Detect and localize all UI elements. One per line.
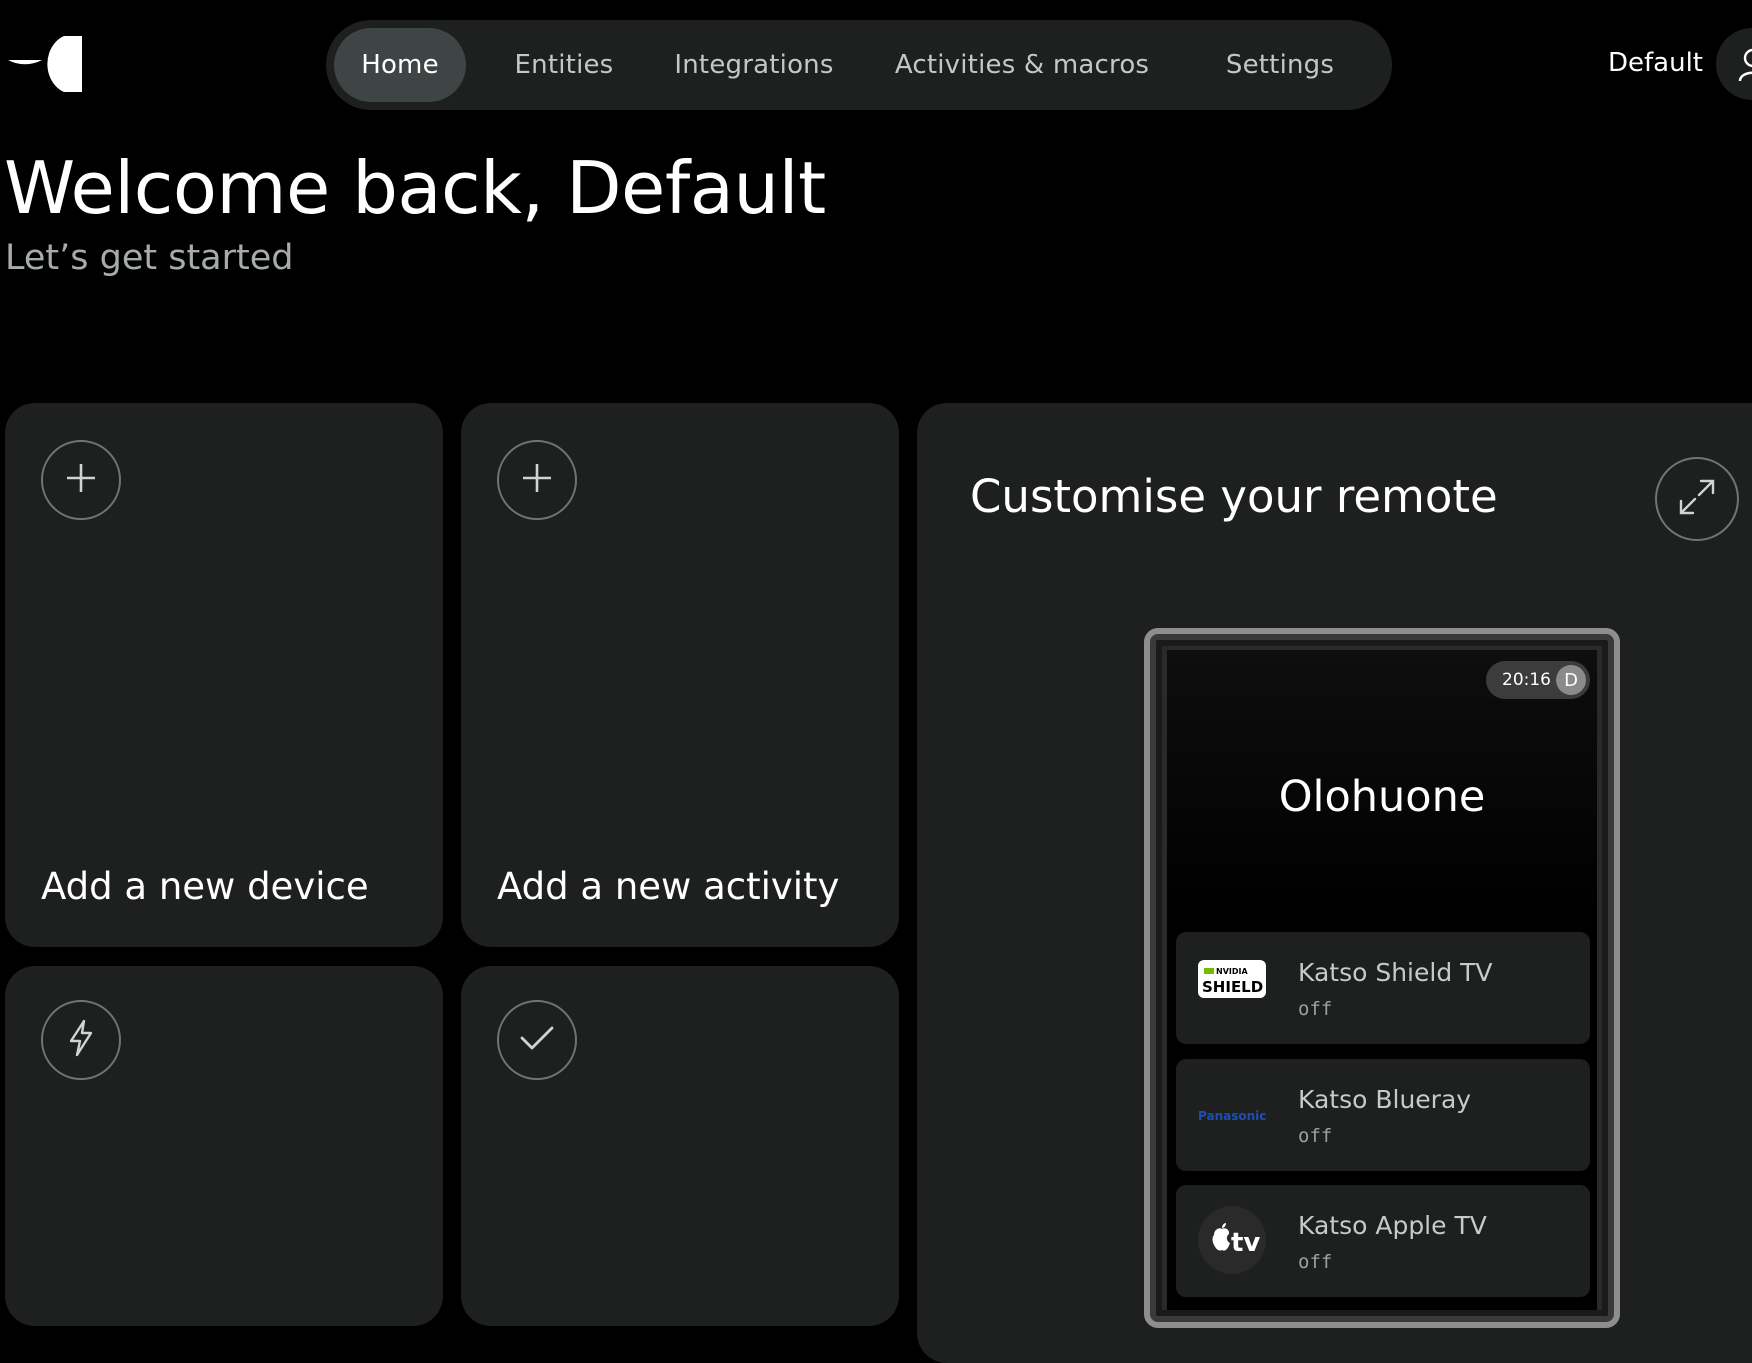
page-subtitle: Let’s get started	[5, 238, 294, 278]
status-time: 20:16	[1502, 670, 1551, 690]
add-activity-button[interactable]	[497, 440, 577, 520]
check-button[interactable]	[497, 1000, 577, 1080]
device-state: off	[1298, 1251, 1333, 1273]
main-nav: Home Entities Integrations Activities & …	[326, 20, 1392, 110]
plus-icon	[521, 462, 553, 498]
device-name: Katso Blueray	[1298, 1085, 1472, 1114]
nav-activities-macros[interactable]: Activities & macros	[886, 28, 1158, 102]
user-menu-button[interactable]	[1716, 28, 1752, 100]
add-device-button[interactable]	[41, 440, 121, 520]
device-row[interactable]: tv Katso Apple TV off	[1176, 1185, 1590, 1297]
expand-button[interactable]	[1655, 457, 1739, 541]
app-logo[interactable]	[4, 34, 86, 92]
status-bar: 20:16 D	[1486, 661, 1590, 699]
nav-entities[interactable]: Entities	[498, 28, 630, 102]
panasonic-logo: Panasonic	[1198, 1105, 1268, 1161]
device-name: Katso Shield TV	[1298, 958, 1493, 987]
panasonic-logo-text: Panasonic	[1198, 1109, 1267, 1123]
nav-home[interactable]: Home	[334, 28, 466, 102]
nav-integrations[interactable]: Integrations	[664, 28, 844, 102]
lightning-icon	[66, 1019, 96, 1061]
device-row[interactable]: Panasonic Katso Blueray off	[1176, 1059, 1590, 1171]
device-name: Katso Apple TV	[1298, 1211, 1487, 1240]
nvidia-logo-text: NVIDIA	[1216, 967, 1248, 976]
customise-remote-title: Customise your remote	[970, 470, 1498, 523]
add-activity-label: Add a new activity	[497, 865, 840, 908]
add-device-card[interactable]: Add a new device	[5, 403, 443, 947]
nvidia-shield-logo: NVIDIA SHIELD	[1198, 960, 1268, 1016]
device-state: off	[1298, 1125, 1333, 1147]
plus-icon	[65, 462, 97, 498]
shield-logo-text: SHIELD	[1202, 978, 1263, 996]
device-row[interactable]: NVIDIA SHIELD Katso Shield TV off	[1176, 932, 1590, 1044]
apple-tv-logo-text: tv	[1231, 1228, 1260, 1258]
user-name[interactable]: Default	[1608, 48, 1703, 78]
user-icon	[1738, 48, 1752, 86]
device-state: off	[1298, 998, 1333, 1020]
add-activity-card[interactable]: Add a new activity	[461, 403, 899, 947]
macro-button[interactable]	[41, 1000, 121, 1080]
check-icon	[519, 1024, 555, 1056]
profile-initial: D	[1556, 665, 1586, 695]
room-title: Olohuone	[1278, 772, 1486, 822]
expand-icon	[1677, 477, 1717, 521]
done-card[interactable]	[461, 966, 899, 1326]
nav-settings[interactable]: Settings	[1194, 28, 1366, 102]
add-device-label: Add a new device	[41, 865, 369, 908]
macro-card[interactable]	[5, 966, 443, 1326]
apple-tv-logo: tv	[1198, 1205, 1268, 1274]
page-title: Welcome back, Default	[4, 146, 826, 230]
